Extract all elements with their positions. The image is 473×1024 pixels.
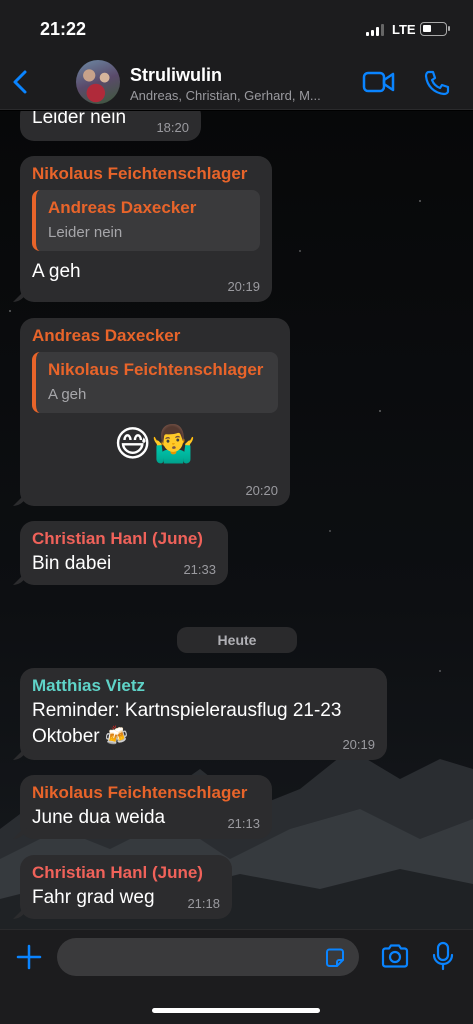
home-indicator[interactable]: [152, 1008, 320, 1013]
message-bubble[interactable]: Nikolaus Feichtenschlager Andreas Daxeck…: [20, 156, 272, 302]
message-text: June dua weida: [32, 807, 166, 828]
microphone-icon[interactable]: [432, 941, 454, 971]
input-bar: [0, 929, 473, 1024]
message-time: 20:19: [227, 279, 260, 294]
chat-members[interactable]: Andreas, Christian, Gerhard, M...: [130, 88, 355, 103]
message-sender: Nikolaus Feichtenschlager: [32, 164, 248, 183]
message-sender: Christian Hanl (June): [32, 863, 203, 882]
message-bubble[interactable]: Leider nein 18:20: [20, 111, 201, 141]
message-time: 18:20: [156, 120, 189, 135]
plus-icon[interactable]: [16, 944, 42, 970]
status-time: 21:22: [40, 19, 87, 39]
status-bar: 21:22 LTE: [0, 0, 473, 56]
quoted-message[interactable]: Andreas Daxecker Leider nein: [32, 190, 260, 251]
message-bubble[interactable]: Nikolaus Feichtenschlager June dua weida…: [20, 775, 272, 839]
chat-header: Struliwulin Andreas, Christian, Gerhard,…: [0, 56, 473, 110]
message-time: 20:20: [245, 483, 278, 498]
message-sender: Nikolaus Feichtenschlager: [32, 783, 248, 802]
phone-icon[interactable]: [423, 69, 451, 97]
message-sender: Christian Hanl (June): [32, 529, 203, 548]
message-bubble[interactable]: Christian Hanl (June) Fahr grad weg 21:1…: [20, 855, 232, 919]
day-separator: Heute: [177, 627, 297, 653]
message-input[interactable]: [57, 938, 307, 976]
message-time: 21:33: [183, 562, 216, 577]
quoted-message[interactable]: Nikolaus Feichtenschlager A geh: [32, 352, 278, 413]
message-time: 21:13: [227, 816, 260, 831]
message-emoji: 😅🤷‍♂️: [113, 423, 197, 464]
message-bubble[interactable]: Christian Hanl (June) Bin dabei 21:33: [20, 521, 228, 585]
message-text: A geh: [32, 261, 81, 282]
quoted-text: Leider nein: [48, 224, 123, 241]
message-sender: Andreas Daxecker: [32, 326, 181, 345]
quoted-sender: Andreas Daxecker: [48, 198, 197, 217]
camera-icon[interactable]: [380, 943, 410, 969]
chat-title[interactable]: Struliwulin: [130, 65, 222, 86]
signal-icon: [366, 24, 386, 36]
message-time: 21:18: [187, 896, 220, 911]
message-text: Reminder: Kartnspielerausflug 21-23 Okto…: [32, 700, 342, 747]
message-bubble[interactable]: Andreas Daxecker Nikolaus Feichtenschlag…: [20, 318, 290, 506]
chat-area[interactable]: Leider nein 18:20 Nikolaus Feichtenschla…: [0, 111, 473, 929]
back-icon[interactable]: [8, 66, 34, 98]
message-time: 20:19: [342, 737, 375, 752]
battery-icon: [420, 22, 450, 36]
message-bubble[interactable]: Matthias Vietz Reminder: Kartnspieleraus…: [20, 668, 387, 760]
network-label: LTE: [392, 22, 416, 37]
video-call-icon[interactable]: [362, 69, 396, 95]
sticker-icon[interactable]: [323, 946, 347, 970]
quoted-sender: Nikolaus Feichtenschlager: [48, 360, 264, 379]
quoted-text: A geh: [48, 386, 87, 403]
group-avatar[interactable]: [76, 60, 120, 104]
message-input-field[interactable]: [57, 938, 359, 976]
message-sender: Matthias Vietz: [32, 676, 146, 695]
